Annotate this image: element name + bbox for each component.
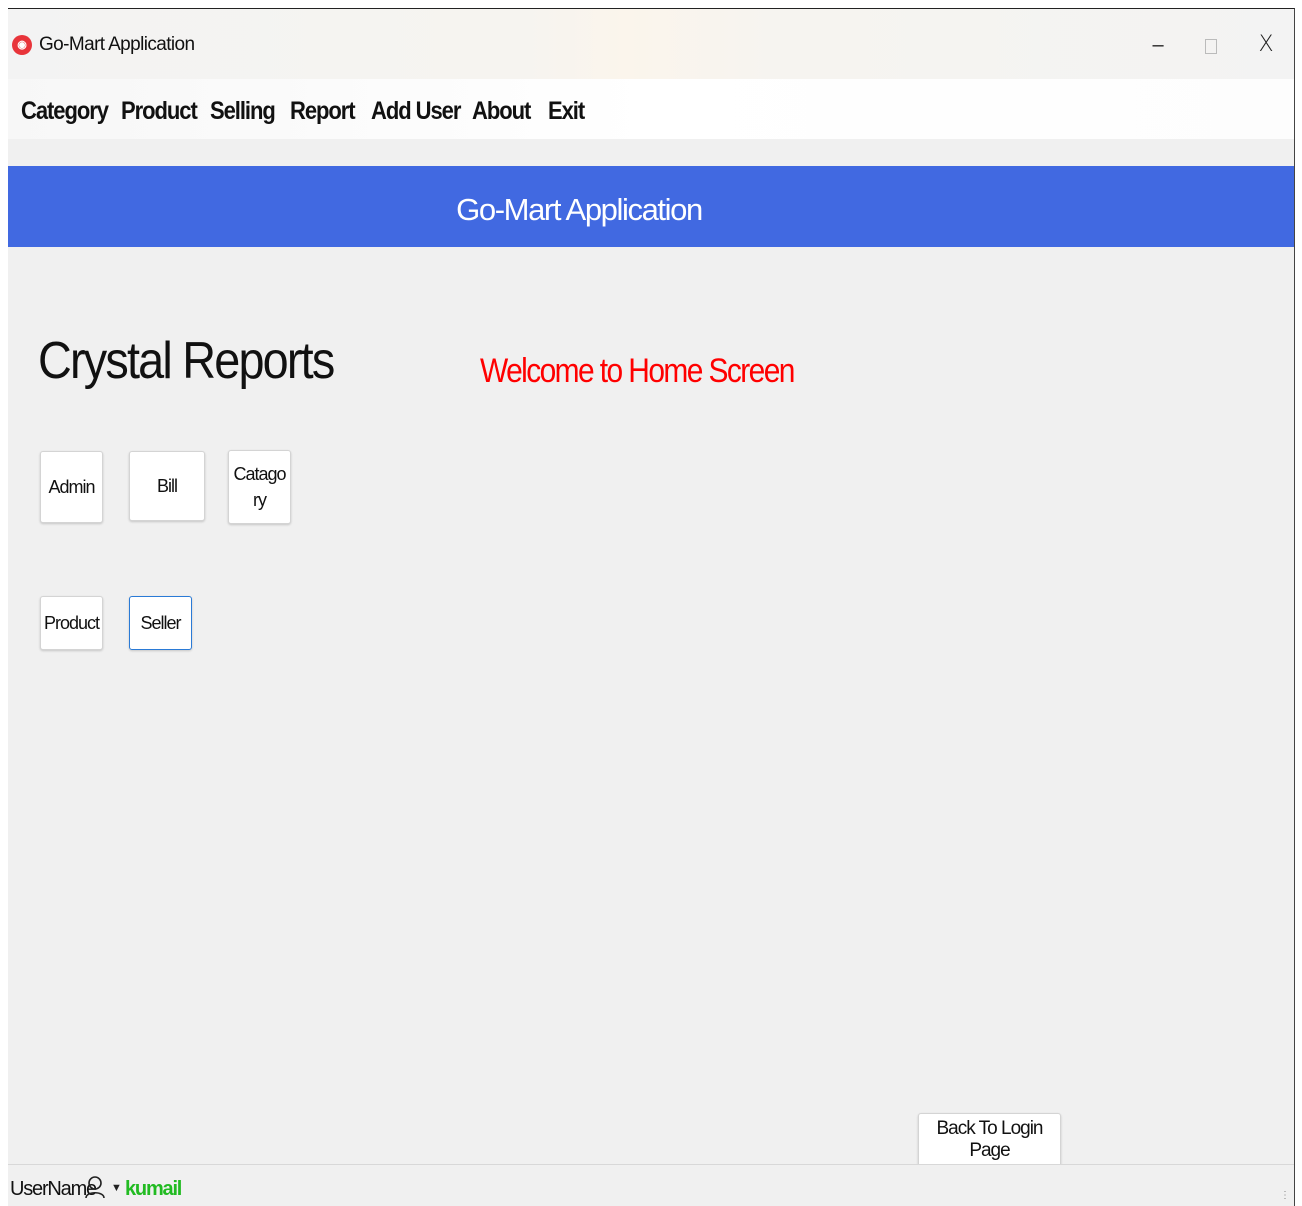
bill-report-button[interactable]: Bill bbox=[129, 451, 205, 521]
user-icon[interactable] bbox=[84, 1175, 106, 1199]
maximize-icon bbox=[1205, 38, 1217, 54]
app-logo-icon: ◉ bbox=[12, 35, 32, 55]
close-button[interactable]: X bbox=[1246, 27, 1286, 63]
header-banner: Go-Mart Application bbox=[8, 166, 1294, 247]
menu-report[interactable]: Report bbox=[290, 97, 356, 126]
app-window: ◉ Go-Mart Application – X Category Produ… bbox=[8, 8, 1295, 1206]
minimize-button[interactable]: – bbox=[1138, 27, 1178, 63]
admin-report-label: Admin bbox=[48, 476, 95, 497]
page-title: Crystal Reports bbox=[38, 332, 335, 390]
menu-product[interactable]: Product bbox=[121, 97, 198, 126]
product-report-button[interactable]: Product bbox=[40, 596, 103, 650]
back-to-login-button[interactable]: Back To Login Page bbox=[918, 1113, 1061, 1167]
seller-report-button[interactable]: Seller bbox=[129, 596, 192, 650]
title-bar: ◉ Go-Mart Application – X bbox=[8, 9, 1294, 79]
chevron-down-icon[interactable]: ▼ bbox=[111, 1182, 122, 1194]
seller-report-label: Seller bbox=[140, 612, 181, 633]
window-title: Go-Mart Application bbox=[39, 34, 195, 55]
welcome-message: Welcome to Home Screen bbox=[480, 352, 795, 390]
product-report-label: Product bbox=[43, 612, 100, 633]
menu-about[interactable]: About bbox=[472, 97, 531, 126]
bill-report-label: Bill bbox=[156, 475, 178, 496]
status-bar: UserName ▼ kumail ⋮ bbox=[8, 1164, 1294, 1206]
catagory-report-button[interactable]: Catagory bbox=[228, 450, 291, 524]
back-to-login-label: Back To Login Page bbox=[936, 1118, 1043, 1161]
menu-add-user[interactable]: Add User bbox=[371, 97, 461, 126]
banner-title: Go-Mart Application bbox=[456, 192, 703, 227]
menu-selling[interactable]: Selling bbox=[210, 97, 276, 126]
maximize-button[interactable] bbox=[1191, 27, 1231, 63]
menu-exit[interactable]: Exit bbox=[548, 97, 585, 126]
resize-grip-icon[interactable]: ⋮ bbox=[1280, 1190, 1290, 1201]
catagory-report-label: Catagory bbox=[233, 464, 286, 510]
menu-bar: Category Product Selling Report Add User… bbox=[8, 79, 1294, 139]
menu-category[interactable]: Category bbox=[21, 97, 109, 126]
admin-report-button[interactable]: Admin bbox=[40, 451, 103, 523]
username-value: kumail bbox=[125, 1178, 182, 1200]
